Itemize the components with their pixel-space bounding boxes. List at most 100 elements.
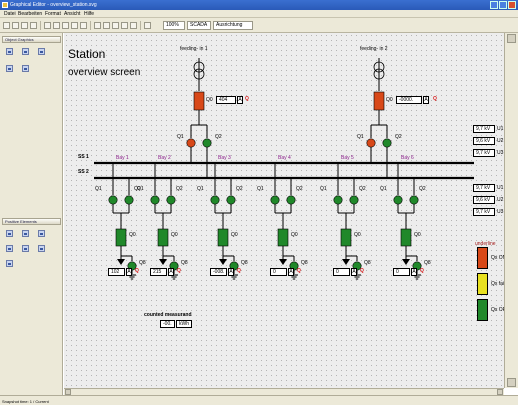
zoom-icon[interactable] — [144, 22, 151, 29]
disconnector-q2[interactable] — [166, 195, 176, 205]
bay-current-value[interactable]: 0 — [270, 268, 287, 276]
symbol-tool-icon[interactable] — [6, 65, 13, 72]
disconnector-q1[interactable] — [393, 195, 403, 205]
ungroup-icon[interactable] — [112, 22, 119, 29]
bay-breaker-q0[interactable] — [277, 228, 289, 247]
disconnector-q1[interactable] — [366, 138, 376, 148]
scroll-down-arrow[interactable] — [507, 378, 516, 387]
close-button[interactable] — [508, 1, 516, 9]
element-icon[interactable] — [38, 230, 45, 237]
menu-hilfe[interactable]: Hilfe — [84, 11, 94, 17]
element-icon[interactable] — [22, 245, 29, 252]
disconnector-q1[interactable] — [108, 195, 118, 205]
q8-label: Q8 — [301, 260, 308, 266]
element-icon[interactable] — [6, 245, 13, 252]
bay-current-value[interactable]: -008. — [210, 268, 227, 276]
print-icon[interactable] — [30, 22, 37, 29]
rectangle-tool-icon[interactable] — [6, 48, 13, 55]
vertical-scrollbar[interactable] — [504, 33, 518, 388]
bay-label[interactable]: Bay 4 — [278, 155, 291, 161]
disconnector-q1[interactable] — [186, 138, 196, 148]
disconnector-q1[interactable] — [150, 195, 160, 205]
feeder-1-label: feeding- in 1 — [180, 46, 208, 52]
group-icon[interactable] — [103, 22, 110, 29]
quality-flag: Q — [433, 96, 437, 102]
text-tool-icon[interactable] — [38, 48, 45, 55]
element-icon[interactable] — [6, 230, 13, 237]
menu-bearbeiten[interactable]: Bearbeiten — [18, 11, 42, 17]
disconnector-q1[interactable] — [270, 195, 280, 205]
feeder-2-current[interactable]: -0000. — [396, 96, 422, 104]
paste-icon[interactable] — [62, 22, 69, 29]
panel-header-objects[interactable]: Object Graphics — [2, 36, 61, 43]
feeder-1-current[interactable]: 404 — [216, 96, 236, 104]
maximize-button[interactable] — [499, 1, 507, 9]
disconnector-q1[interactable] — [210, 195, 220, 205]
horizontal-scrollbar[interactable] — [64, 388, 504, 395]
layer-select[interactable]: SCADA — [187, 21, 211, 30]
open-icon[interactable] — [12, 22, 19, 29]
element-icon[interactable] — [22, 230, 29, 237]
undo-icon[interactable] — [71, 22, 78, 29]
feeder-breaker-q0[interactable] — [373, 91, 385, 111]
scroll-up-arrow[interactable] — [507, 34, 516, 43]
bay-breaker-q0[interactable] — [157, 228, 169, 247]
bay-current-value[interactable]: 102 — [108, 268, 125, 276]
q1-label: Q1 — [380, 186, 387, 192]
voltage-unit-label: U3 — [497, 150, 504, 156]
bay-current-value[interactable]: 0 — [393, 268, 410, 276]
feeder-breaker-q0[interactable] — [193, 91, 205, 111]
redo-icon[interactable] — [80, 22, 87, 29]
bay-label[interactable]: Bay 6 — [401, 155, 414, 161]
bay-label[interactable]: Bay 3 — [218, 155, 231, 161]
bay-breaker-q0[interactable] — [340, 228, 352, 247]
disconnector-q2[interactable] — [409, 195, 419, 205]
bay-breaker-q0[interactable] — [217, 228, 229, 247]
zoom-select[interactable]: 100% — [163, 21, 185, 30]
voltage-value[interactable]: 9,7 kV — [473, 149, 495, 157]
bay-label[interactable]: Bay 2 — [158, 155, 171, 161]
page-title: Station — [68, 47, 106, 61]
voltage-value[interactable]: 9,6 kV — [473, 137, 495, 145]
bay-label[interactable]: Bay 1 — [116, 155, 129, 161]
disconnector-q2[interactable] — [124, 195, 134, 205]
outgoing-arrow-icon — [342, 259, 350, 265]
q8-label: Q8 — [139, 260, 146, 266]
copy-icon[interactable] — [53, 22, 60, 29]
drawing-canvas[interactable]: Station overview screen feeding- in 1 fe… — [64, 33, 512, 388]
single-line-diagram — [94, 58, 474, 280]
cut-icon[interactable] — [44, 22, 51, 29]
voltage-value[interactable]: 9,6 kV — [473, 196, 495, 204]
new-icon[interactable] — [3, 22, 10, 29]
disconnector-q1[interactable] — [333, 195, 343, 205]
line-tool-icon[interactable] — [22, 48, 29, 55]
q1-label: Q1 — [177, 134, 184, 140]
disconnector-q2[interactable] — [202, 138, 212, 148]
voltage-value[interactable]: 9,7 kV — [473, 125, 495, 133]
disconnector-q2[interactable] — [382, 138, 392, 148]
menu-ansicht[interactable]: Ansicht — [64, 11, 80, 17]
voltage-value[interactable]: 9,7 kV — [473, 208, 495, 216]
panel-header-elements[interactable]: Positive Elements — [2, 218, 61, 225]
align-icon[interactable] — [94, 22, 101, 29]
bay-breaker-q0[interactable] — [115, 228, 127, 247]
menu-format[interactable]: Format — [45, 11, 61, 17]
counted-measurand-value[interactable]: -00. — [160, 320, 175, 328]
front-icon[interactable] — [121, 22, 128, 29]
view-select[interactable]: Ausrichtung — [213, 21, 253, 30]
measurement-tool-icon[interactable] — [22, 65, 29, 72]
voltage-value[interactable]: 9,7 kV — [473, 184, 495, 192]
disconnector-q2[interactable] — [349, 195, 359, 205]
disconnector-q2[interactable] — [286, 195, 296, 205]
save-icon[interactable] — [21, 22, 28, 29]
grid-icon[interactable] — [130, 22, 137, 29]
bay-breaker-q0[interactable] — [400, 228, 412, 247]
bay-current-value[interactable]: 0 — [333, 268, 350, 276]
bay-label[interactable]: Bay 5 — [341, 155, 354, 161]
bay-current-value[interactable]: 215 — [150, 268, 167, 276]
disconnector-q2[interactable] — [226, 195, 236, 205]
minimize-button[interactable] — [490, 1, 498, 9]
element-icon[interactable] — [6, 260, 13, 267]
element-icon[interactable] — [38, 245, 45, 252]
menu-datei[interactable]: Datei — [4, 11, 16, 17]
